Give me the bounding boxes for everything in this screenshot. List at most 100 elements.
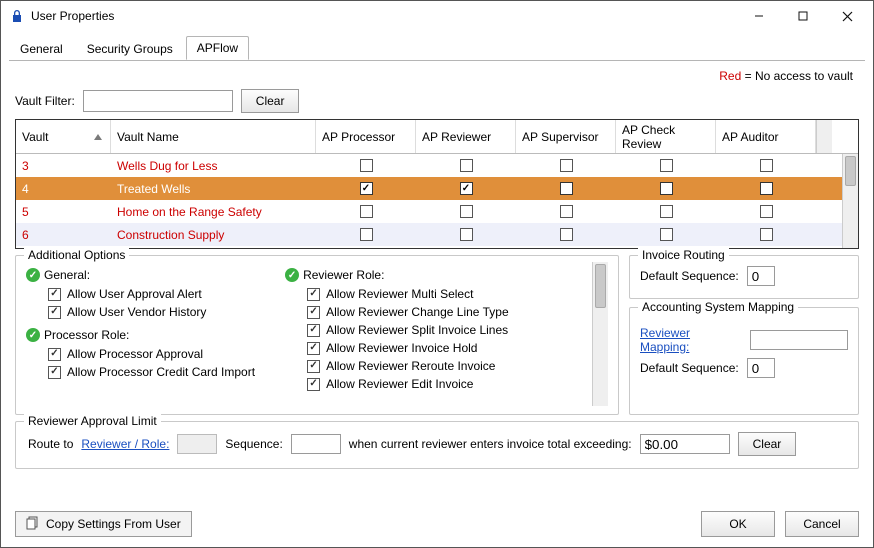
checkbox-icon[interactable] [307, 378, 320, 391]
cell-check[interactable] [716, 205, 816, 218]
checkbox-icon[interactable] [48, 288, 61, 301]
mapping-seq-input[interactable] [747, 358, 775, 378]
checkbox-icon[interactable] [560, 205, 573, 218]
cell-check[interactable] [616, 159, 716, 172]
checkbox-icon[interactable] [360, 159, 373, 172]
sequence-input[interactable] [291, 434, 341, 454]
cell-check[interactable] [716, 182, 816, 195]
col-ap-auditor[interactable]: AP Auditor [716, 120, 816, 153]
cell-check[interactable] [516, 228, 616, 241]
cell-check[interactable] [516, 182, 616, 195]
legend: Red = No access to vault [15, 69, 859, 83]
cell-check[interactable] [616, 228, 716, 241]
col-ap-supervisor[interactable]: AP Supervisor [516, 120, 616, 153]
cancel-button[interactable]: Cancel [785, 511, 859, 537]
opt-processor-approval[interactable]: Allow Processor Approval [48, 346, 255, 362]
reviewer-role-link[interactable]: Reviewer / Role: [81, 437, 169, 451]
checkbox-icon[interactable] [307, 306, 320, 319]
clear-limit-button[interactable]: Clear [738, 432, 797, 456]
opt-rev-edit-invoice[interactable]: Allow Reviewer Edit Invoice [307, 376, 509, 392]
cell-check[interactable] [416, 205, 516, 218]
opt-rev-multi-select[interactable]: Allow Reviewer Multi Select [307, 286, 509, 302]
tab-security-groups[interactable]: Security Groups [76, 37, 184, 60]
checkbox-icon[interactable] [660, 159, 673, 172]
copy-settings-button[interactable]: Copy Settings From User [15, 511, 192, 537]
checkbox-icon[interactable] [307, 288, 320, 301]
cell-check[interactable] [616, 205, 716, 218]
cell-check[interactable] [716, 228, 816, 241]
cell-check[interactable] [316, 182, 416, 195]
opt-user-vendor-history[interactable]: Allow User Vendor History [48, 304, 255, 320]
table-row[interactable]: 6Construction Supply [16, 223, 842, 246]
checkbox-icon[interactable] [760, 159, 773, 172]
sequence-label: Sequence: [225, 437, 282, 451]
checkbox-icon[interactable] [307, 342, 320, 355]
cell-check[interactable] [416, 159, 516, 172]
vault-filter-input[interactable] [83, 90, 233, 112]
cell-check[interactable] [716, 159, 816, 172]
checkbox-icon[interactable] [660, 228, 673, 241]
checkbox-icon[interactable] [760, 205, 773, 218]
table-row[interactable]: 5Home on the Range Safety [16, 200, 842, 223]
col-ap-check-review[interactable]: AP Check Review [616, 120, 716, 153]
grid-scrollbar[interactable] [842, 154, 858, 248]
checkbox-icon[interactable] [460, 228, 473, 241]
maximize-button[interactable] [781, 2, 825, 30]
opt-rev-change-line-type[interactable]: Allow Reviewer Change Line Type [307, 304, 509, 320]
reviewer-role-field[interactable] [177, 434, 217, 454]
minimize-button[interactable] [737, 2, 781, 30]
opt-processor-cc-import[interactable]: Allow Processor Credit Card Import [48, 364, 255, 380]
checkbox-icon[interactable] [360, 182, 373, 195]
opt-user-approval-alert[interactable]: Allow User Approval Alert [48, 286, 255, 302]
cell-check[interactable] [316, 228, 416, 241]
options-col-right: ✓Reviewer Role: Allow Reviewer Multi Sel… [285, 262, 509, 406]
checkbox-icon[interactable] [560, 228, 573, 241]
col-vault-name[interactable]: Vault Name [111, 120, 316, 153]
ok-button[interactable]: OK [701, 511, 775, 537]
checkbox-icon[interactable] [48, 366, 61, 379]
clear-filter-button[interactable]: Clear [241, 89, 300, 113]
checkbox-icon[interactable] [307, 360, 320, 373]
table-row[interactable]: 4Treated Wells [16, 177, 842, 200]
col-ap-processor[interactable]: AP Processor [316, 120, 416, 153]
opt-rev-invoice-hold[interactable]: Allow Reviewer Invoice Hold [307, 340, 509, 356]
cell-check[interactable] [416, 228, 516, 241]
opt-rev-reroute[interactable]: Allow Reviewer Reroute Invoice [307, 358, 509, 374]
checkbox-icon[interactable] [760, 182, 773, 195]
reviewer-mapping-link[interactable]: Reviewer Mapping: [640, 326, 742, 354]
checkbox-icon[interactable] [360, 205, 373, 218]
legend-text: = No access to vault [741, 69, 853, 83]
cell-check[interactable] [316, 159, 416, 172]
tab-apflow[interactable]: APFlow [186, 36, 249, 60]
checkbox-icon[interactable] [660, 205, 673, 218]
col-vault[interactable]: Vault [16, 120, 111, 153]
reviewer-mapping-input[interactable] [750, 330, 848, 350]
cell-check[interactable] [516, 159, 616, 172]
cell-check[interactable] [516, 205, 616, 218]
group-reviewer: ✓Reviewer Role: [285, 268, 509, 282]
cell-check[interactable] [316, 205, 416, 218]
cell-check[interactable] [616, 182, 716, 195]
col-ap-reviewer[interactable]: AP Reviewer [416, 120, 516, 153]
checkbox-icon[interactable] [307, 324, 320, 337]
close-button[interactable] [825, 2, 869, 30]
checkbox-icon[interactable] [660, 182, 673, 195]
checkbox-icon[interactable] [48, 306, 61, 319]
scroll-thumb[interactable] [845, 156, 856, 186]
checkbox-icon[interactable] [48, 348, 61, 361]
cell-check[interactable] [416, 182, 516, 195]
tab-general[interactable]: General [9, 37, 74, 60]
checkbox-icon[interactable] [460, 182, 473, 195]
checkbox-icon[interactable] [460, 205, 473, 218]
checkbox-icon[interactable] [760, 228, 773, 241]
checkbox-icon[interactable] [560, 159, 573, 172]
opt-rev-split-lines[interactable]: Allow Reviewer Split Invoice Lines [307, 322, 509, 338]
checkbox-icon[interactable] [560, 182, 573, 195]
routing-seq-input[interactable] [747, 266, 775, 286]
options-scrollbar[interactable] [592, 262, 608, 406]
checkbox-icon[interactable] [360, 228, 373, 241]
amount-input[interactable] [640, 434, 730, 454]
scroll-thumb[interactable] [595, 264, 606, 308]
table-row[interactable]: 3Wells Dug for Less [16, 154, 842, 177]
checkbox-icon[interactable] [460, 159, 473, 172]
